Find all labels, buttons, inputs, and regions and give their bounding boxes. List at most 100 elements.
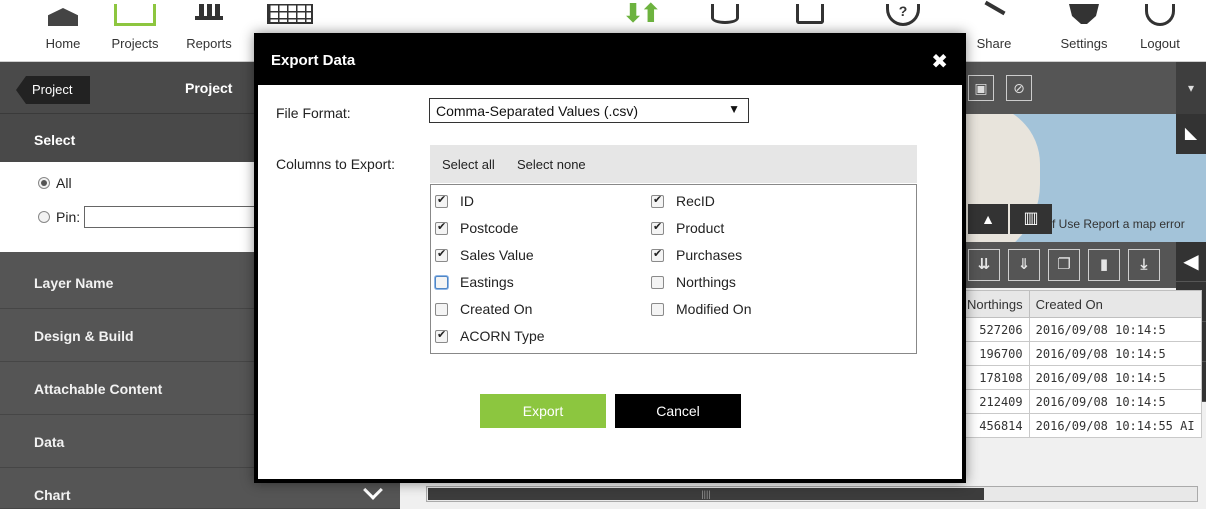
checkbox-label: Product	[676, 220, 725, 236]
checkbox-label: Created On	[460, 301, 533, 317]
gear-icon	[1069, 4, 1099, 24]
radio-all-label: All	[56, 175, 72, 191]
radio-all-row[interactable]: All	[38, 175, 72, 191]
table-cell: 196700	[960, 341, 1030, 366]
column-option-id[interactable]: ID	[435, 193, 474, 209]
projects-icon	[114, 4, 156, 26]
home-label: Home	[45, 36, 81, 51]
select-none-link[interactable]: Select none	[517, 157, 586, 172]
select-toolbar: Select all Select none	[430, 145, 917, 183]
map-up-arrow-icon[interactable]: ▲	[968, 204, 1008, 234]
table-cell: 456814	[960, 413, 1030, 438]
checkbox-label: Eastings	[460, 274, 514, 290]
scrollbar-thumb[interactable]: ||||	[428, 488, 984, 500]
column-option-sales-value[interactable]: Sales Value	[435, 247, 534, 263]
share-label: Share	[976, 36, 1012, 51]
table-header-row: Northings Created On	[960, 290, 1202, 318]
radio-all[interactable]	[38, 177, 50, 189]
checkbox[interactable]	[435, 247, 448, 262]
map-draw-icon[interactable]: ⊘	[1006, 75, 1032, 101]
map-layers-icon[interactable]: ▣	[968, 75, 994, 101]
checkbox[interactable]	[435, 302, 448, 316]
reports-button[interactable]: Reports	[174, 0, 244, 62]
column-option-created-on[interactable]: Created On	[435, 301, 532, 317]
checkbox[interactable]	[435, 193, 448, 208]
share-icon	[980, 4, 1008, 24]
checkbox-label: ACORN Type	[460, 328, 545, 344]
project-back-button[interactable]: Project	[16, 76, 90, 104]
corner-triangle-icon[interactable]: ◣	[1176, 114, 1206, 154]
export-data-dialog: Export Data ✖ File Format: Comma-Separat…	[254, 33, 966, 483]
checkbox[interactable]	[651, 302, 664, 316]
table-cell: 212409	[960, 389, 1030, 414]
table-row[interactable]: 212409 2016/09/08 10:14:5	[960, 389, 1202, 414]
map-attribution[interactable]: f Use Report a map error	[1052, 217, 1185, 231]
trash-icon[interactable]: ▮	[1088, 249, 1120, 281]
checkbox[interactable]	[435, 328, 448, 343]
sort-asc-icon[interactable]: ⇊	[968, 249, 1000, 281]
column-option-postcode[interactable]: Postcode	[435, 220, 518, 236]
column-header[interactable]: Northings	[960, 290, 1030, 318]
file-format-value: Comma-Separated Values (.csv)	[436, 103, 639, 119]
column-option-eastings[interactable]: Eastings	[435, 274, 514, 290]
column-option-product[interactable]: Product	[651, 220, 724, 236]
checkbox[interactable]	[651, 247, 664, 262]
table-cell: 527206	[960, 317, 1030, 342]
column-option-recid[interactable]: RecID	[651, 193, 715, 209]
collapse-chevron-icon[interactable]: ▾	[1176, 62, 1206, 114]
chevron-down-icon	[363, 480, 383, 500]
share-button[interactable]: Share	[959, 0, 1029, 62]
download-icon[interactable]: ⤓	[1128, 249, 1160, 281]
close-icon[interactable]: ✖	[931, 49, 948, 74]
columns-label: Columns to Export:	[276, 156, 396, 172]
column-option-northings[interactable]: Northings	[651, 274, 736, 290]
checkbox-label: Modified On	[676, 301, 752, 317]
radio-pin-label: Pin:	[56, 209, 81, 225]
table-row[interactable]: 178108 2016/09/08 10:14:5	[960, 365, 1202, 390]
checkbox[interactable]	[651, 193, 664, 208]
reports-label: Reports	[186, 36, 232, 51]
horizontal-scrollbar[interactable]: ||||	[426, 486, 1198, 502]
bar-chart-icon[interactable]: ▥	[1010, 204, 1052, 234]
collapse-left-icon[interactable]: ◀	[1176, 242, 1206, 282]
checkbox[interactable]	[651, 220, 664, 235]
project-title: Project	[185, 80, 233, 96]
column-option-acorn-type[interactable]: ACORN Type	[435, 328, 545, 344]
edit-icon	[796, 4, 824, 24]
checkbox-label: RecID	[676, 193, 715, 209]
checkbox[interactable]	[651, 275, 664, 289]
table-row[interactable]: 456814 2016/09/08 10:14:55 AI	[960, 413, 1202, 438]
data-table: Northings Created On 527206 2016/09/08 10…	[960, 290, 1202, 438]
settings-button[interactable]: Settings	[1049, 0, 1119, 62]
cancel-button[interactable]: Cancel	[615, 394, 741, 428]
home-icon	[48, 8, 78, 26]
column-option-purchases[interactable]: Purchases	[651, 247, 742, 263]
home-button[interactable]: Home	[28, 0, 98, 62]
checkbox-label: Northings	[676, 274, 736, 290]
section-label: Data	[34, 434, 65, 450]
projects-button[interactable]: Projects	[100, 0, 170, 62]
file-format-select[interactable]: Comma-Separated Values (.csv) ▼	[429, 98, 749, 123]
radio-pin[interactable]	[38, 211, 50, 223]
checkbox-label: Sales Value	[460, 247, 534, 263]
table-cell: 2016/09/08 10:14:5	[1028, 341, 1202, 366]
checkbox[interactable]	[435, 220, 448, 235]
column-header[interactable]: Created On	[1028, 290, 1202, 318]
reports-icon	[195, 4, 223, 20]
section-label: Design & Build	[34, 328, 134, 344]
copy-icon[interactable]: ❐	[1048, 249, 1080, 281]
projects-label: Projects	[111, 36, 159, 51]
table-cell: 2016/09/08 10:14:5	[1028, 365, 1202, 390]
help-icon: ?	[886, 4, 920, 26]
select-all-link[interactable]: Select all	[442, 157, 495, 172]
radio-pin-row[interactable]: Pin:	[38, 206, 285, 228]
table-row[interactable]: 527206 2016/09/08 10:14:5	[960, 317, 1202, 342]
logout-button[interactable]: Logout	[1125, 0, 1195, 62]
columns-list: ID RecID Postcode Product Sales Value Pu…	[430, 184, 917, 354]
checkbox[interactable]	[435, 275, 448, 289]
table-icon	[267, 4, 313, 24]
column-option-modified-on[interactable]: Modified On	[651, 301, 751, 317]
sort-desc-icon[interactable]: ⇓	[1008, 249, 1040, 281]
table-row[interactable]: 196700 2016/09/08 10:14:5	[960, 341, 1202, 366]
export-button[interactable]: Export	[480, 394, 606, 428]
